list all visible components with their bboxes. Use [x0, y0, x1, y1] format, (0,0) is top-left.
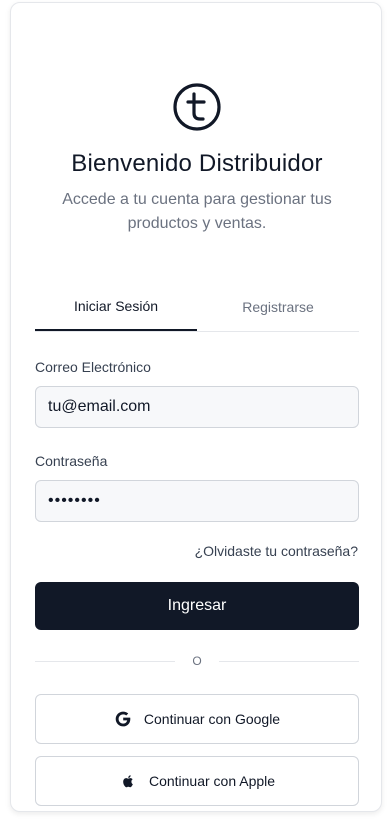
password-label: Contraseña: [35, 453, 108, 469]
password-field[interactable]: [35, 480, 359, 522]
google-button-label: Continuar con Google: [143, 711, 281, 727]
google-icon: [114, 710, 132, 728]
tab-iniciar-sesion[interactable]: Iniciar Sesión: [35, 283, 197, 331]
google-login-button[interactable]: Continuar con Google: [35, 694, 359, 744]
email-field[interactable]: [35, 386, 359, 428]
login-card: Bienvenido Distribuidor Accede a tu cuen…: [10, 2, 382, 812]
email-label: Correo Electrónico: [35, 359, 151, 375]
page-title: Bienvenido Distribuidor: [71, 150, 323, 177]
apple-login-button[interactable]: Continuar con Apple: [35, 756, 359, 806]
page-subtitle: Accede a tu cuenta para gestionar tus pr…: [62, 191, 332, 232]
divider-line-right: [219, 661, 359, 662]
tab-registrarse[interactable]: Registrarse: [197, 283, 359, 330]
t-logo-icon: [173, 83, 221, 131]
forgot-password-link[interactable]: ¿Olvidaste tu contraseña?: [195, 543, 358, 559]
apple-button-label: Continuar con Apple: [148, 773, 276, 789]
apple-icon: [119, 772, 137, 790]
submit-button[interactable]: Ingresar: [35, 582, 359, 630]
or-divider: O: [35, 653, 359, 669]
auth-tabs: Iniciar Sesión Registrarse: [35, 283, 359, 332]
